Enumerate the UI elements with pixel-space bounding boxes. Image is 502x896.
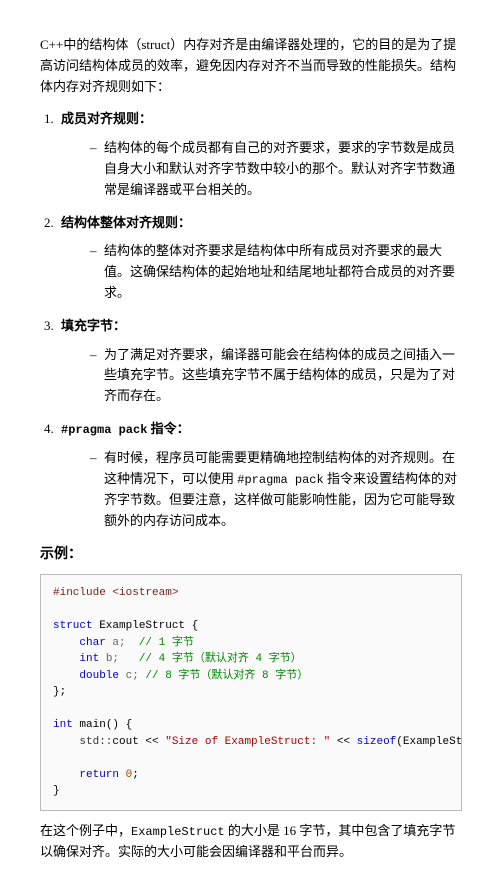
intro-paragraph: C++中的结构体（struct）内存对齐是由编译器处理的，它的目的是为了提高访问… [40,35,462,97]
indent [53,736,79,748]
pragma-code: #pragma pack [61,423,147,437]
rule-title: #pragma pack 指令： [61,421,190,436]
conclusion-pre: 在这个例子中， [40,823,131,838]
main-fn: main() { [73,719,132,731]
char-type: char [79,637,105,649]
struct-name-inline: ExampleStruct [131,825,225,839]
rule-title: 成员对齐规则： [61,111,152,126]
struct-name: ExampleStruct { [93,620,199,632]
rules-list: 1. 成员对齐规则： 结构体的每个成员都有自己的对齐要求，要求的字节数是成员自身… [40,109,462,531]
example-heading: 示例： [40,544,462,566]
zero-literal: 0 [119,769,132,781]
int-type: int [79,653,99,665]
comment: // 4 字节（默认对齐 4 字节） [119,653,302,665]
rule-sub-list: 结构体的整体对齐要求是结构体中所有成员对齐要求的最大值。这确保结构体的起始地址和… [62,241,462,303]
comment: // 8 字节（默认对齐 8 字节） [139,670,308,682]
rule-number: 1. [44,109,54,130]
var-b: b; [99,653,119,665]
rule-number: 3. [44,316,54,337]
rule-sub-list: 有时候，程序员可能需要更精确地控制结构体的对齐规则。在这种情况下，可以使用 #p… [62,448,462,532]
return-kw: return [79,769,119,781]
rule-sub-item: 为了满足对齐要求，编译器可能会在结构体的成员之间插入一些填充字节。这些填充字节不… [90,345,462,407]
var-c: c; [119,670,139,682]
rule-sub-item: 结构体的整体对齐要求是结构体中所有成员对齐要求的最大值。这确保结构体的起始地址和… [90,241,462,303]
conclusion-paragraph: 在这个例子中，ExampleStruct 的大小是 16 字节，其中包含了填充字… [40,821,462,863]
rule-title: 填充字节： [61,318,126,333]
rule-title: 结构体整体对齐规则： [61,215,191,230]
string-literal: "Size of ExampleStruct: " [165,736,330,748]
indent [53,670,79,682]
int-return-type: int [53,719,73,731]
rule-number: 4. [44,419,54,440]
op: << [330,736,356,748]
rule-item-2: 2. 结构体整体对齐规则： 结构体的整体对齐要求是结构体中所有成员对齐要求的最大… [62,213,462,304]
sizeof-kw: sizeof [357,736,397,748]
semicolon: ; [132,769,139,781]
pragma-inline: #pragma pack [237,473,323,487]
double-type: double [79,670,119,682]
rule-number: 2. [44,213,54,234]
comment: // 1 字节 [126,637,194,649]
struct-kw: struct [53,620,93,632]
indent [53,653,79,665]
rule-sub-list: 结构体的每个成员都有自己的对齐要求，要求的字节数是成员自身大小和默认对齐字节数中… [62,138,462,200]
code-block: #include <iostream> struct ExampleStruct… [40,574,462,811]
std-ns: std:: [79,736,112,748]
cout: cout << [112,736,165,748]
rule-sub-list: 为了满足对齐要求，编译器可能会在结构体的成员之间插入一些填充字节。这些填充字节不… [62,345,462,407]
rule-title-suffix: 指令： [147,421,189,436]
closing-brace: }; [53,686,66,698]
closing-brace: } [53,785,60,797]
rule-sub-item: 结构体的每个成员都有自己的对齐要求，要求的字节数是成员自身大小和默认对齐字节数中… [90,138,462,200]
include-line: #include <iostream> [53,587,178,599]
rule-item-3: 3. 填充字节： 为了满足对齐要求，编译器可能会在结构体的成员之间插入一些填充字… [62,316,462,407]
rule-item-4: 4. #pragma pack 指令： 有时候，程序员可能需要更精确地控制结构体… [62,419,462,532]
indent [53,637,79,649]
sizeof-arg: (ExampleStruct) << [396,736,462,748]
indent [53,769,79,781]
rule-item-1: 1. 成员对齐规则： 结构体的每个成员都有自己的对齐要求，要求的字节数是成员自身… [62,109,462,200]
rule-sub-item: 有时候，程序员可能需要更精确地控制结构体的对齐规则。在这种情况下，可以使用 #p… [90,448,462,532]
var-a: a; [106,637,126,649]
